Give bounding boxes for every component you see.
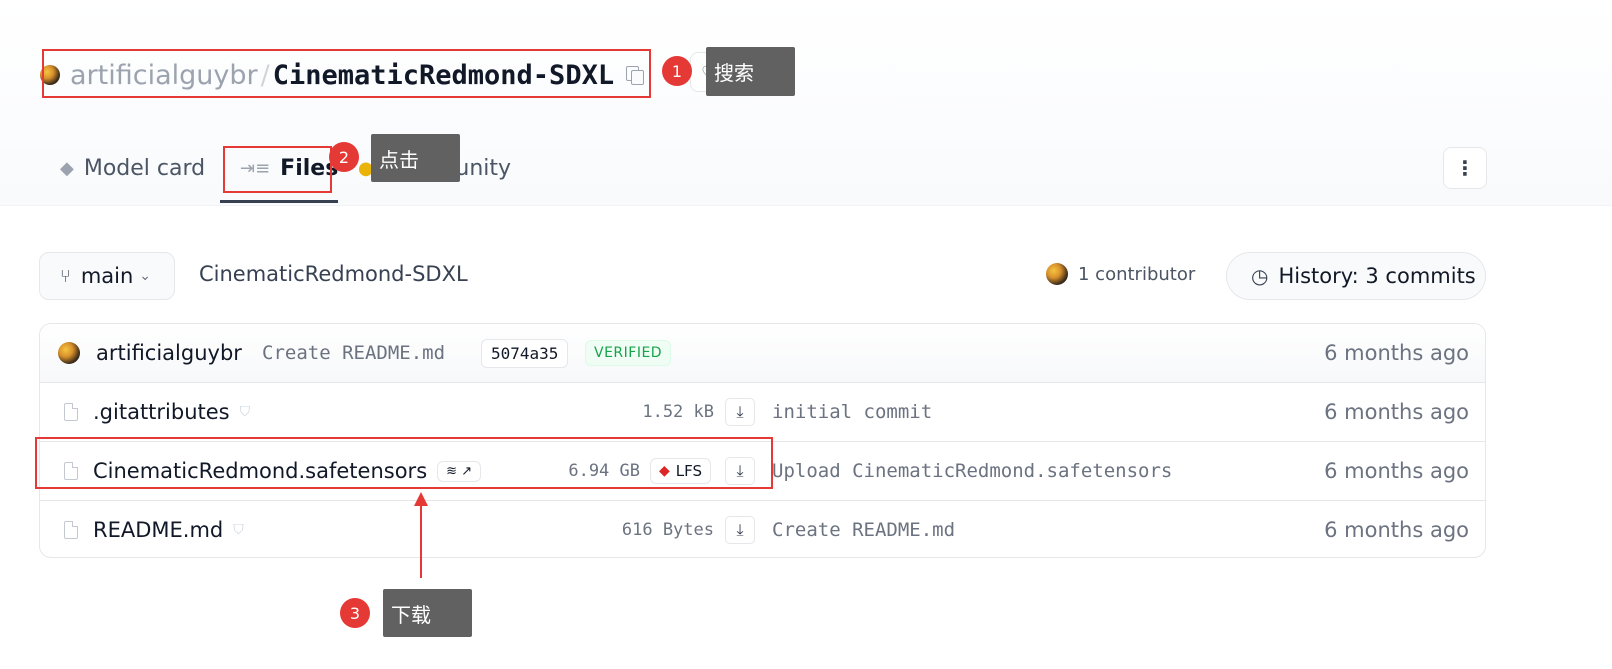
file-icon-cell (64, 383, 78, 441)
annotation-tooltip-1: 搜索 (706, 47, 795, 96)
git-branch-icon: ⑂ (60, 265, 71, 287)
clock-icon: ◷ (1251, 264, 1269, 288)
annotation-box-1 (42, 49, 651, 98)
verified-badge: VERIFIED (585, 340, 672, 366)
download-cell: ⤓ (725, 383, 755, 441)
commit-author-avatar[interactable] (58, 342, 80, 364)
file-row: .gitattributes ⛉ 1.52 kB ⤓ initial commi… (40, 382, 1485, 441)
download-icon[interactable]: ⤓ (725, 398, 755, 426)
annotation-tooltip-3: 下载 (383, 589, 472, 637)
contributors-link[interactable]: 1 contributor (1046, 263, 1195, 285)
annotation-marker-2: 2 (329, 142, 359, 172)
file-name-link[interactable]: README.md (93, 518, 223, 542)
active-tab-indicator (220, 200, 338, 203)
file-time: 6 months ago (1324, 518, 1469, 542)
contributors-label: 1 contributor (1078, 263, 1196, 285)
annotation-marker-3: 3 (340, 598, 370, 628)
history-button[interactable]: ◷ History: 3 commits (1226, 252, 1486, 300)
file-commit-message[interactable]: Create README.md (772, 501, 955, 557)
annotation-arrow-line (420, 500, 422, 578)
last-commit-row: artificialguybr Create README.md 5074a35… (40, 324, 1485, 382)
more-options-button[interactable]: ⋮ (1443, 147, 1487, 189)
file-name-cell: .gitattributes ⛉ (93, 383, 250, 441)
file-time: 6 months ago (1324, 400, 1469, 424)
annotation-marker-1: 1 (662, 56, 692, 86)
commit-time: 6 months ago (1324, 341, 1469, 365)
commit-author-avatar-cell (58, 324, 80, 382)
file-icon-cell (64, 501, 78, 557)
shield-icon: ⛉ (233, 522, 244, 538)
file-name-link[interactable]: .gitattributes (93, 400, 230, 424)
history-label: History: 3 commits (1278, 264, 1476, 288)
tab-label: Model card (83, 155, 206, 181)
commit-author[interactable]: artificialguybr (96, 324, 242, 382)
chevron-down-icon: ⌄ (139, 268, 152, 284)
file-time: 6 months ago (1324, 459, 1469, 483)
shield-icon: ⛉ (239, 404, 251, 420)
file-icon (64, 521, 78, 539)
file-size: 1.52 kB (642, 402, 714, 422)
file-size: 616 Bytes (621, 520, 714, 540)
file-commit-message[interactable]: Upload CinematicRedmond.safetensors (772, 442, 1172, 500)
annotation-box-2 (223, 146, 332, 193)
contributor-avatar (1046, 263, 1068, 285)
file-commit-message[interactable]: initial commit (772, 383, 932, 441)
file-name-cell: README.md ⛉ (93, 501, 244, 557)
cube-icon: ◆ (60, 157, 74, 179)
current-path[interactable]: CinematicRedmond-SDXL (199, 262, 468, 286)
annotation-tooltip-2: 点击 (371, 134, 460, 182)
tab-model-card[interactable]: ◆ Model card (60, 146, 205, 190)
download-icon[interactable]: ⤓ (725, 516, 755, 544)
verified-cell: VERIFIED (585, 324, 672, 382)
file-icon (64, 403, 78, 421)
file-row: README.md ⛉ 616 Bytes ⤓ Create README.md… (40, 500, 1485, 557)
commit-hash-cell: 5074a35 (481, 324, 569, 382)
branch-name: main (80, 264, 134, 288)
commit-message[interactable]: Create README.md (262, 324, 445, 382)
annotation-box-3 (35, 437, 773, 489)
download-cell: ⤓ (725, 501, 755, 557)
branch-selector[interactable]: ⑂ main ⌄ (39, 252, 175, 300)
commit-hash[interactable]: 5074a35 (481, 338, 569, 368)
